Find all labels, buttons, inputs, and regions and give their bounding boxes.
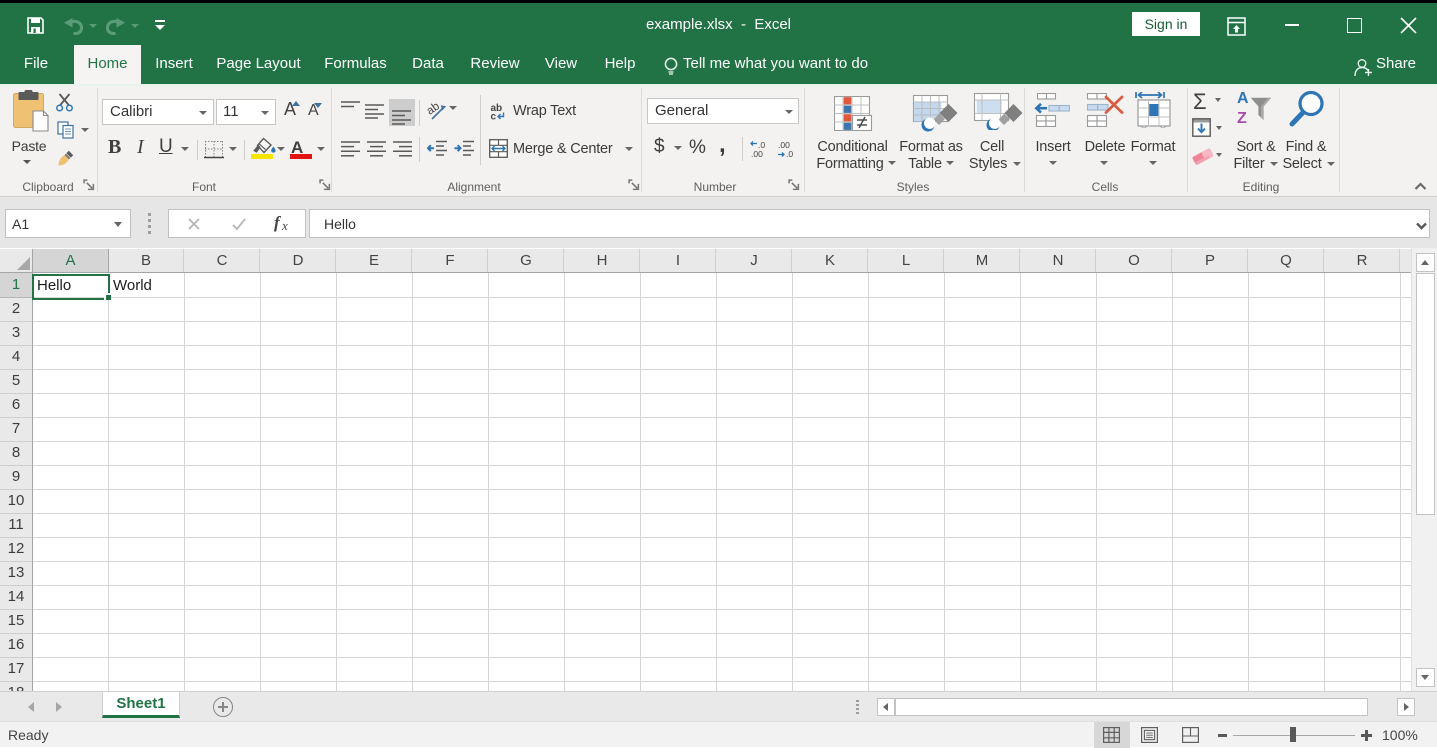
svg-text:.0: .0 <box>786 149 793 159</box>
svg-text:.00: .00 <box>751 149 763 159</box>
svg-text:c: c <box>491 112 497 121</box>
svg-text:ab: ab <box>427 102 442 118</box>
